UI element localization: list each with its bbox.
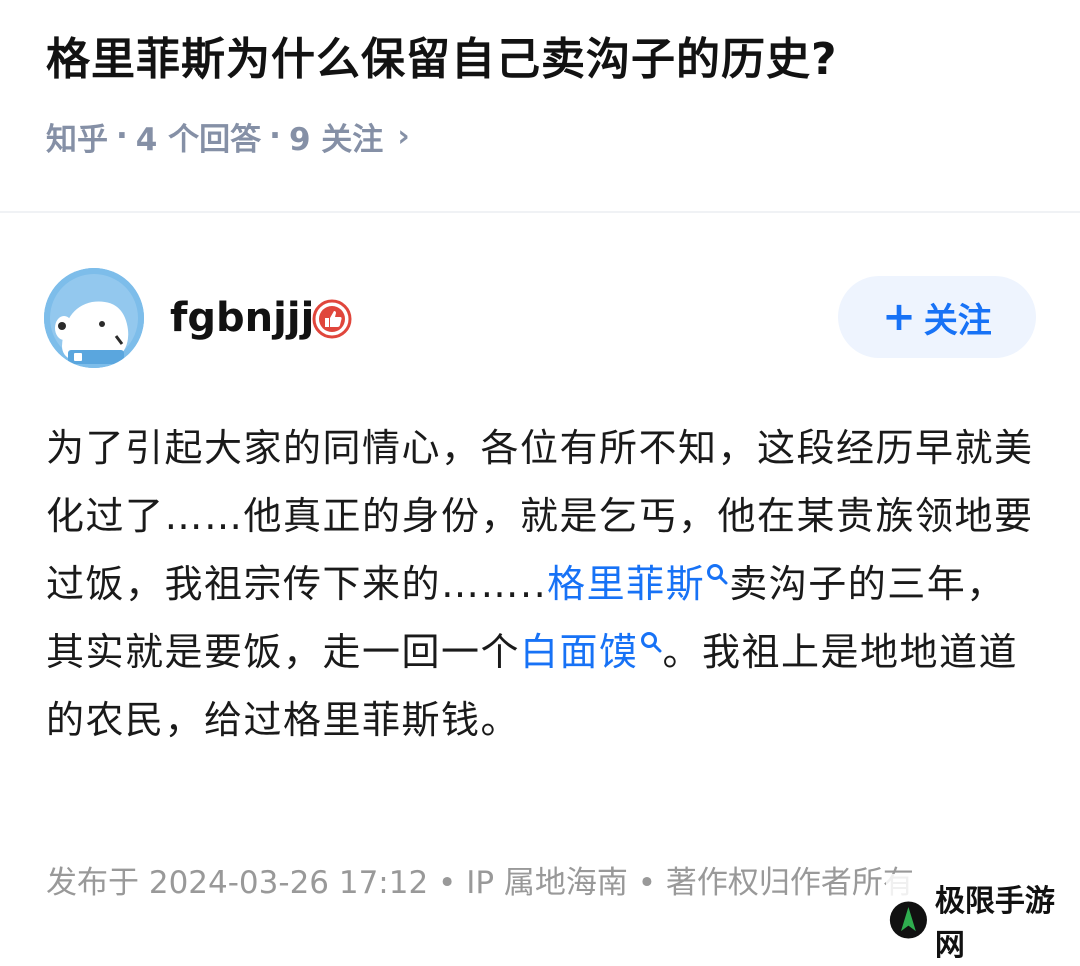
meta-separator: · xyxy=(269,118,281,154)
avatar[interactable] xyxy=(44,268,144,368)
answer-count: 4 个回答 xyxy=(135,121,262,158)
search-icon[interactable] xyxy=(639,630,663,654)
watermark: 极限手游网 xyxy=(886,874,1080,966)
follow-label: 关注 xyxy=(923,300,992,341)
meta-separator: · xyxy=(116,118,128,154)
question-meta[interactable]: 知乎 · 4 个回答 · 9 关注 › xyxy=(46,112,410,160)
follower-count: 9 关注 xyxy=(288,121,384,158)
dog-astronaut-avatar-icon xyxy=(44,268,144,368)
section-divider xyxy=(0,211,1080,213)
answer-content: 为了引起大家的同情心，各位有所不知，这段经历早就美化过了……他真正的身份，就是乞… xyxy=(46,414,1036,754)
thumbs-up-badge-icon xyxy=(312,299,352,339)
search-icon[interactable] xyxy=(705,562,729,586)
watermark-logo-icon xyxy=(889,901,927,939)
follow-button[interactable]: + 关注 xyxy=(838,276,1036,358)
source-label: 知乎 xyxy=(46,121,108,158)
question-title[interactable]: 格里菲斯为什么保留自己卖沟子的历史? xyxy=(46,30,1046,90)
author-name[interactable]: fgbnjjj xyxy=(170,290,314,346)
watermark-text: 极限手游网 xyxy=(934,884,1055,963)
keyword-link-mantou[interactable]: 白面馍 xyxy=(520,630,639,674)
plus-icon: + xyxy=(882,294,916,340)
keyword-link-griffith[interactable]: 格里菲斯 xyxy=(547,562,705,606)
chevron-right-icon: › xyxy=(397,118,410,154)
answer-footer-meta: 发布于 2024-03-26 17:12 • IP 属地海南 • 著作权归作者所… xyxy=(46,865,914,901)
